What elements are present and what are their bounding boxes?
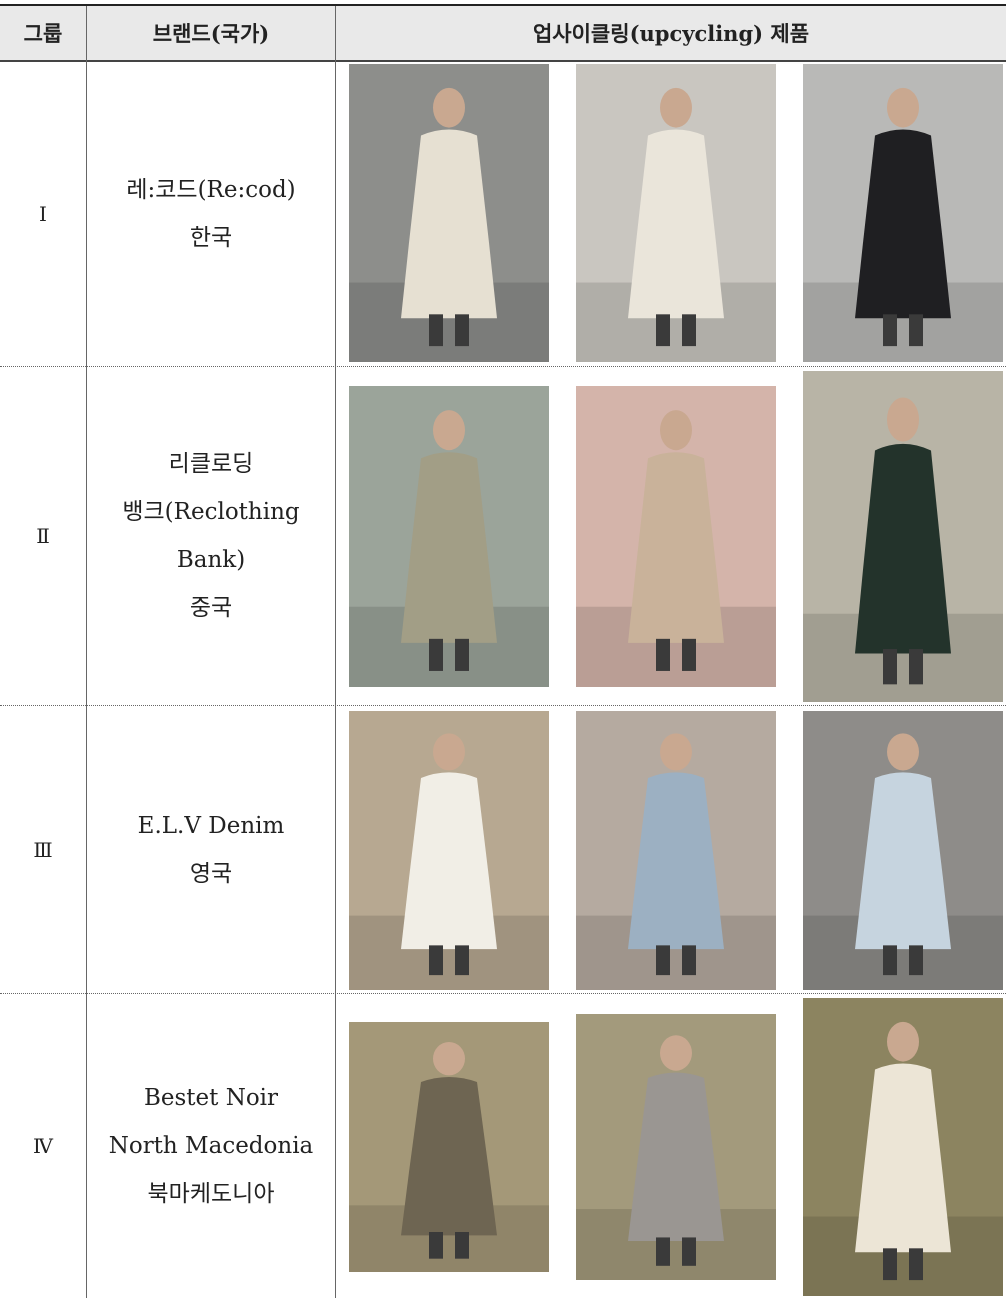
column-divider xyxy=(335,6,336,1298)
brand-name: E.L.V Denim xyxy=(137,812,285,839)
cream-sweatshirt-photo xyxy=(576,64,776,362)
graphic-knit-coat-photo xyxy=(803,371,1003,702)
group-cell: Ⅳ xyxy=(33,1134,53,1158)
brand-name: Bestet Noir xyxy=(143,1085,279,1111)
header-products: 업사이클링(upcycling) 제품 xyxy=(532,21,810,46)
woman-in-white-suit-photo xyxy=(349,64,549,362)
black-quilted-dress-photo xyxy=(803,64,1003,362)
brand-cell: 리클로딩 뱅크(Reclothing Bank) 중국 xyxy=(87,367,335,705)
striped-shirt-shorts-photo xyxy=(803,711,1003,990)
grey-coat-meadow-photo xyxy=(576,1014,776,1280)
white-shirt-dress-photo xyxy=(349,711,549,990)
brand-country: North Macedonia xyxy=(108,1133,314,1159)
brand-name: 뱅크(Reclothing xyxy=(122,499,300,525)
brand-country: 북마케도니아 xyxy=(147,1181,275,1207)
group-cell: Ⅲ xyxy=(33,837,53,862)
brand-name: 레:코드(Re:cod) xyxy=(126,177,296,203)
group-cell: Ⅱ xyxy=(36,524,50,548)
brand-country: 영국 xyxy=(189,860,233,887)
brand-country: 한국 xyxy=(189,225,233,251)
group-cell: Ⅰ xyxy=(39,202,47,226)
brand-cell: E.L.V Denim 영국 xyxy=(87,706,335,993)
brand-country: 중국 xyxy=(189,595,233,621)
checked-jacket-field-photo xyxy=(349,1022,549,1272)
brand-cell: 레:코드(Re:cod) 한국 xyxy=(87,62,335,366)
patchwork-trench-coat-photo xyxy=(349,386,549,687)
brand-name: Bank) xyxy=(176,547,246,573)
brand-name: 리클로딩 xyxy=(168,451,254,477)
printed-jacket-shirt-dress-photo xyxy=(576,386,776,687)
header-brand: 브랜드(국가) xyxy=(152,21,270,46)
brand-cell: Bestet Noir North Macedonia 북마케도니아 xyxy=(87,994,335,1298)
denim-skirt-photo xyxy=(576,711,776,990)
cream-coat-grass-photo xyxy=(803,998,1003,1296)
header-group: 그룹 xyxy=(23,21,63,46)
